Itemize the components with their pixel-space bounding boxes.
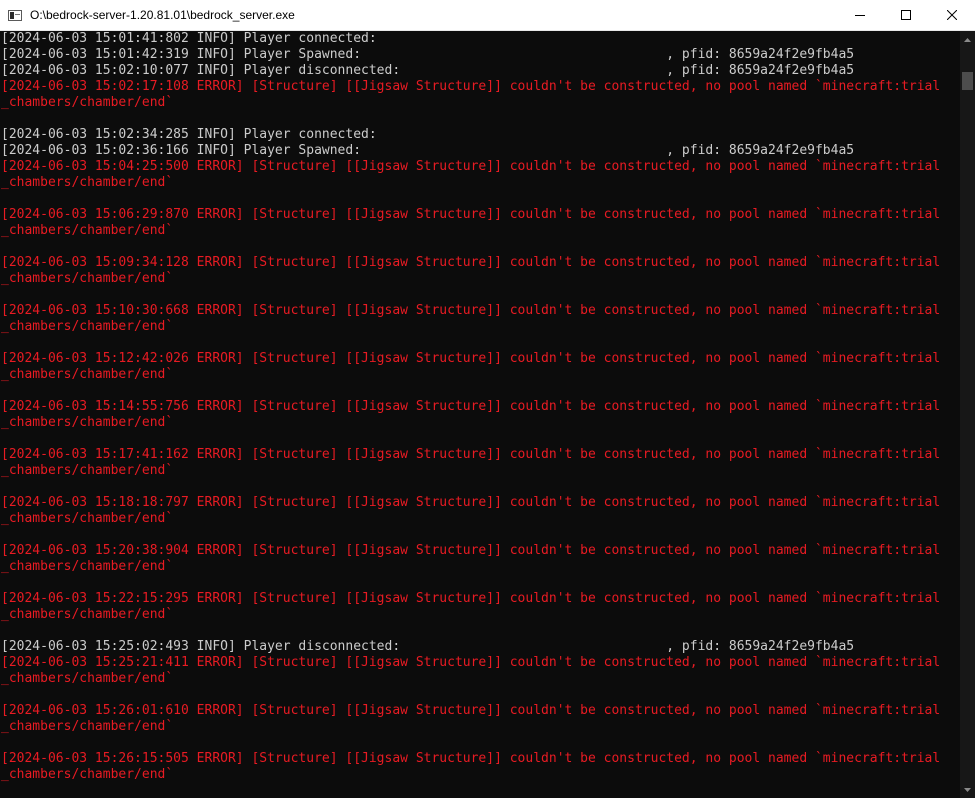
log-line-error: [2024-06-03 15:12:42:026 ERROR] [Structu…	[1, 351, 941, 366]
maximize-icon	[901, 10, 911, 20]
scroll-thumb[interactable]	[962, 72, 973, 90]
maximize-button[interactable]	[883, 0, 929, 30]
window-controls	[837, 0, 975, 30]
console-output[interactable]: [2024-06-03 15:01:41:802 INFO] Player co…	[0, 31, 960, 798]
window-title: O:\bedrock-server-1.20.81.01\bedrock_ser…	[30, 8, 295, 22]
log-line-error: [2024-06-03 15:04:25:500 ERROR] [Structu…	[1, 159, 941, 174]
log-line-error: [2024-06-03 15:09:34:128 ERROR] [Structu…	[1, 255, 941, 270]
log-line-error: _chambers/chamber/end`	[1, 767, 174, 782]
log-line-info: [2024-06-03 15:02:34:285 INFO] Player co…	[1, 127, 377, 142]
log-line-error: _chambers/chamber/end`	[1, 511, 174, 526]
log-line-error: _chambers/chamber/end`	[1, 607, 174, 622]
log-line-info: [2024-06-03 15:01:42:319 INFO] Player Sp…	[1, 47, 855, 62]
log-line-error: _chambers/chamber/end`	[1, 415, 174, 430]
log-line-error: [2024-06-03 15:14:55:756 ERROR] [Structu…	[1, 399, 941, 414]
log-line-info: [2024-06-03 15:02:36:166 INFO] Player Sp…	[1, 143, 855, 158]
log-line-error: _chambers/chamber/end`	[1, 319, 174, 334]
log-line-error: [2024-06-03 15:26:15:505 ERROR] [Structu…	[1, 751, 941, 766]
log-line-error: _chambers/chamber/end`	[1, 367, 174, 382]
log-line-error: [2024-06-03 15:25:21:411 ERROR] [Structu…	[1, 655, 941, 670]
log-line-blank	[0, 687, 960, 703]
scroll-up-button[interactable]	[960, 31, 975, 48]
scroll-down-button[interactable]	[960, 781, 975, 798]
log-line-blank	[0, 431, 960, 447]
log-line-error: [2024-06-03 15:26:01:610 ERROR] [Structu…	[1, 703, 941, 718]
scroll-up-icon	[964, 37, 971, 42]
log-line-blank	[0, 111, 960, 127]
log-line-info: [2024-06-03 15:01:41:802 INFO] Player co…	[1, 31, 377, 46]
log-line-error: _chambers/chamber/end`	[1, 175, 174, 190]
log-line-info: [2024-06-03 15:25:02:493 INFO] Player di…	[1, 639, 855, 654]
log-line-blank	[0, 479, 960, 495]
log-line-error: [2024-06-03 15:10:30:668 ERROR] [Structu…	[1, 303, 941, 318]
log-line-error: [2024-06-03 15:22:15:295 ERROR] [Structu…	[1, 591, 941, 606]
log-line-blank	[0, 527, 960, 543]
log-line-error: _chambers/chamber/end`	[1, 271, 174, 286]
log-line-blank	[0, 335, 960, 351]
log-line-blank	[0, 383, 960, 399]
log-line-error: _chambers/chamber/end`	[1, 719, 174, 734]
log-line-error: _chambers/chamber/end`	[1, 223, 174, 238]
log-line-blank	[0, 575, 960, 591]
log-line-error: [2024-06-03 15:18:18:797 ERROR] [Structu…	[1, 495, 941, 510]
log-line-blank	[0, 287, 960, 303]
log-line-error: _chambers/chamber/end`	[1, 671, 174, 686]
log-line-error: [2024-06-03 15:06:29:870 ERROR] [Structu…	[1, 207, 941, 222]
log-line-error: _chambers/chamber/end`	[1, 463, 174, 478]
title-bar[interactable]: O:\bedrock-server-1.20.81.01\bedrock_ser…	[0, 0, 975, 31]
close-button[interactable]	[929, 0, 975, 30]
vertical-scrollbar[interactable]	[960, 31, 975, 798]
log-line-blank	[0, 239, 960, 255]
log-line-error: _chambers/chamber/end`	[1, 559, 174, 574]
console-window: O:\bedrock-server-1.20.81.01\bedrock_ser…	[0, 0, 975, 798]
log-line-error: [2024-06-03 15:20:38:904 ERROR] [Structu…	[1, 543, 941, 558]
log-line-error: [2024-06-03 15:02:17:108 ERROR] [Structu…	[1, 79, 941, 94]
log-line-blank	[0, 191, 960, 207]
log-line-blank	[0, 623, 960, 639]
log-line-error: [2024-06-03 15:17:41:162 ERROR] [Structu…	[1, 447, 941, 462]
minimize-icon	[855, 15, 865, 16]
scroll-down-icon	[964, 787, 971, 792]
log-line-info: [2024-06-03 15:02:10:077 INFO] Player di…	[1, 63, 855, 78]
log-line-blank	[0, 735, 960, 751]
console-app-icon[interactable]	[8, 9, 22, 21]
minimize-button[interactable]	[837, 0, 883, 30]
close-icon	[947, 10, 957, 20]
log-line-error: _chambers/chamber/end`	[1, 95, 174, 110]
